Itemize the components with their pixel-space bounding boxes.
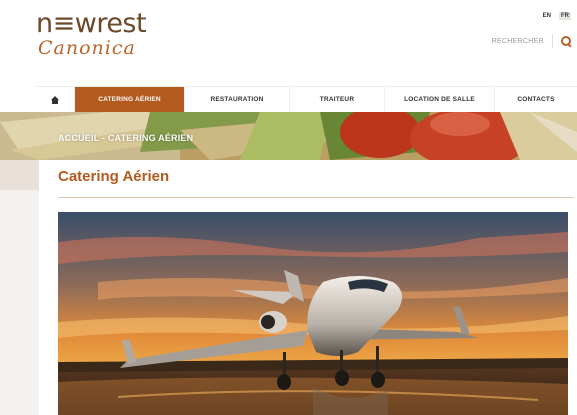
logo-wordmark: n≡wrest bbox=[36, 8, 147, 39]
jet-sunset-image bbox=[58, 212, 568, 415]
header-banner: ACCUEIL - CATERING AÉRIEN bbox=[0, 112, 577, 160]
breadcrumb[interactable]: ACCUEIL - CATERING AÉRIEN bbox=[58, 133, 193, 143]
main-nav: CATERING AÉRIEN RESTAURATION TRAITEUR LO… bbox=[36, 86, 577, 112]
main-content: Catering Aérien bbox=[39, 160, 577, 415]
left-gutter bbox=[0, 160, 39, 415]
nav-item-contacts[interactable]: CONTACTS bbox=[494, 87, 577, 112]
hero-image-private-jet bbox=[58, 212, 568, 415]
site-header: n≡wrest Canonica EN FR RECHERCHER bbox=[0, 0, 577, 86]
search-label[interactable]: RECHERCHER bbox=[492, 38, 544, 45]
nav-item-location-de-salle[interactable]: LOCATION DE SALLE bbox=[384, 87, 494, 112]
lang-en-link[interactable]: EN bbox=[541, 12, 553, 20]
nav-home-button[interactable] bbox=[36, 87, 74, 112]
title-divider bbox=[58, 197, 573, 198]
search-icon[interactable] bbox=[561, 36, 571, 46]
search-divider bbox=[552, 34, 553, 48]
logo[interactable]: n≡wrest Canonica bbox=[36, 8, 147, 59]
nav-item-restauration[interactable]: RESTAURATION bbox=[184, 87, 289, 112]
page: n≡wrest Canonica EN FR RECHERCHER CATERI… bbox=[0, 0, 577, 415]
lang-fr-link[interactable]: FR bbox=[559, 12, 571, 20]
left-gutter-shade bbox=[0, 160, 39, 190]
language-switcher: EN FR bbox=[541, 12, 571, 20]
home-icon bbox=[51, 95, 59, 104]
logo-subbrand: Canonica bbox=[38, 37, 136, 59]
nav-item-catering-aerien[interactable]: CATERING AÉRIEN bbox=[74, 87, 184, 112]
search-box[interactable]: RECHERCHER bbox=[492, 34, 571, 48]
page-title: Catering Aérien bbox=[58, 168, 170, 185]
nav-item-traiteur[interactable]: TRAITEUR bbox=[289, 87, 384, 112]
